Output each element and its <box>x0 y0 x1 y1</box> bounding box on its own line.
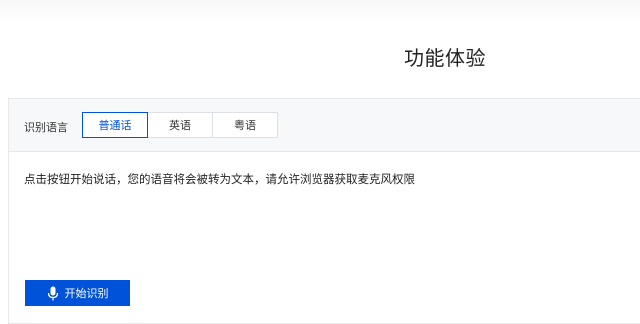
microphone-icon <box>47 286 59 301</box>
tab-english[interactable]: 英语 <box>147 112 213 138</box>
tab-mandarin[interactable]: 普通话 <box>82 112 148 138</box>
demo-panel: 识别语言 普通话 英语 粤语 点击按钮开始说话，您的语音将会被转为文本，请允许浏… <box>8 98 640 324</box>
top-strip <box>0 0 640 24</box>
page-title: 功能体验 <box>404 46 486 70</box>
language-bar: 识别语言 普通话 英语 粤语 <box>9 99 640 152</box>
language-tabs: 普通话 英语 粤语 <box>82 112 278 138</box>
start-button-label: 开始识别 <box>64 288 109 300</box>
language-label: 识别语言 <box>24 121 68 134</box>
result-hint-text: 点击按钮开始说话，您的语音将会被转为文本，请允许浏览器获取麦克风权限 <box>24 172 415 186</box>
tab-cantonese[interactable]: 粤语 <box>212 112 278 138</box>
start-recognition-button[interactable]: 开始识别 <box>25 280 130 306</box>
